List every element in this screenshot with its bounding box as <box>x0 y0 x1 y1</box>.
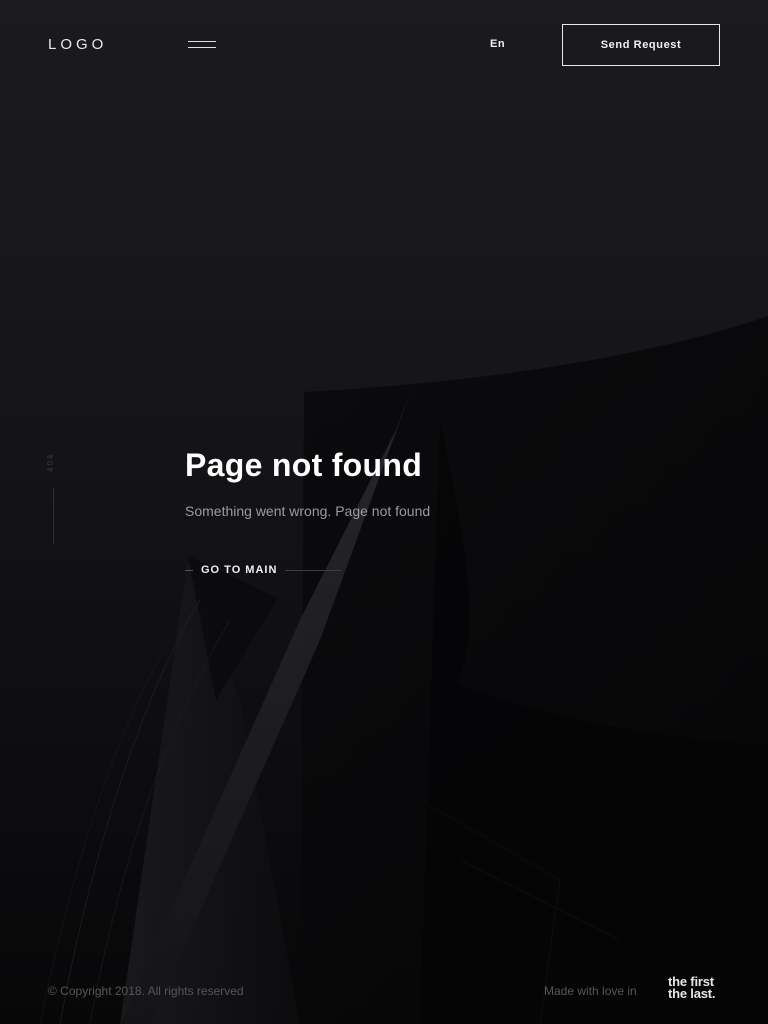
go-to-main-link[interactable]: GO TO MAIN <box>185 562 342 578</box>
menu-line-top <box>188 41 216 42</box>
vertical-divider <box>53 488 54 544</box>
link-dash-left <box>185 569 193 571</box>
error-code-label: 404 <box>46 452 55 472</box>
top-header: LOGO En Send Request <box>0 0 768 90</box>
hamburger-menu-icon[interactable] <box>188 38 216 52</box>
page-title: Page not found <box>185 447 423 483</box>
go-to-main-label: GO TO MAIN <box>201 564 278 576</box>
site-logo[interactable]: LOGO <box>48 36 107 53</box>
not-found-page: LOGO En Send Request 404 Page not found … <box>0 0 768 1024</box>
link-dash-right <box>285 569 342 571</box>
error-message: Something went wrong. Page not found <box>185 503 431 519</box>
error-code-vertical: 404 <box>44 452 64 548</box>
copyright-text: © Copyright 2018. All rights reserved <box>48 984 244 998</box>
send-request-button[interactable]: Send Request <box>562 24 720 66</box>
brand-line-2: the last. <box>668 986 716 1001</box>
studio-brand-logo[interactable]: the first the last. <box>668 975 716 1001</box>
language-switcher[interactable]: En <box>490 38 505 50</box>
made-with-text: Made with love in <box>544 984 637 998</box>
menu-line-bottom <box>188 47 216 48</box>
